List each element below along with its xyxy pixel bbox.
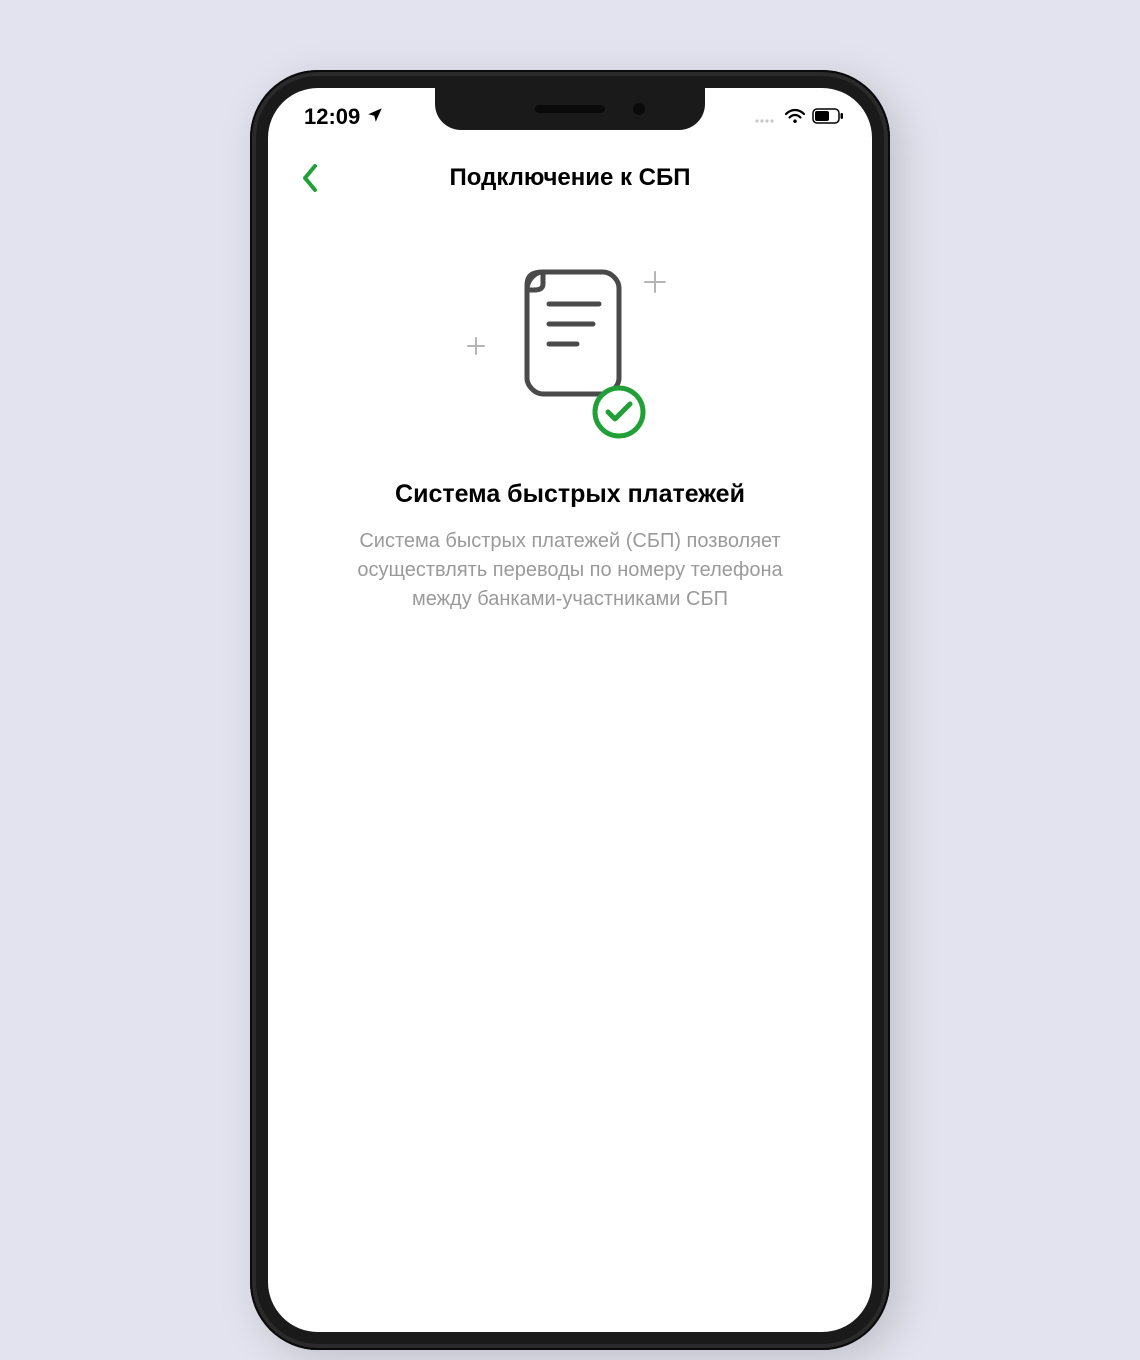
content-description: Система быстрых платежей (СБП) позволяет… [318, 527, 822, 614]
document-check-illustration [465, 260, 675, 440]
document-icon [523, 268, 623, 398]
checkmark-circle-icon [591, 384, 647, 440]
back-button[interactable] [290, 158, 330, 198]
cellular-icon [754, 104, 778, 130]
page-title: Подключение к СБП [288, 164, 852, 192]
content-heading: Система быстрых платежей [318, 480, 822, 509]
location-icon [366, 104, 384, 130]
wifi-icon [784, 104, 806, 130]
battery-icon [812, 104, 844, 130]
phone-screen: 12:09 [268, 88, 872, 1332]
sparkle-icon [465, 335, 487, 357]
nav-header: Подключение к СБП [268, 146, 872, 210]
sparkle-icon [641, 268, 669, 296]
chevron-left-icon [301, 163, 319, 193]
phone-notch [435, 88, 705, 130]
phone-frame: 12:09 [250, 70, 890, 1350]
status-time: 12:09 [304, 104, 360, 130]
content-area: Система быстрых платежей Система быстрых… [268, 210, 872, 614]
